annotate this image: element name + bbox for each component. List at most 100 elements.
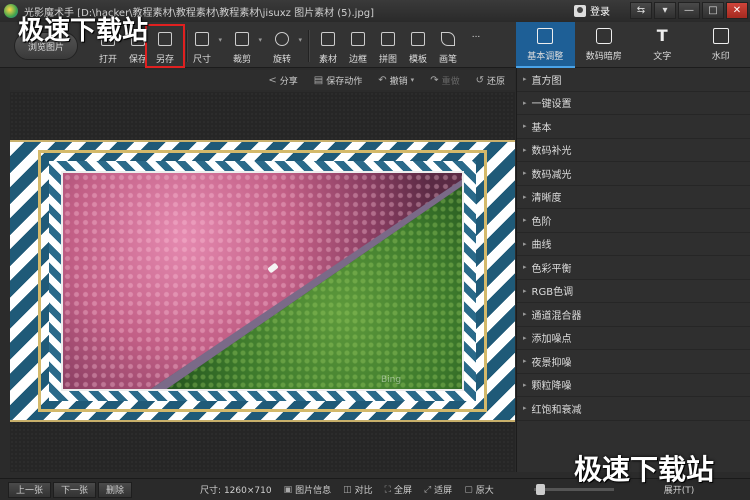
login-label: 登录 xyxy=(590,7,610,18)
zoom-slider[interactable] xyxy=(533,484,614,495)
panel-item-reduce-light[interactable]: ▸ 数码减光 xyxy=(517,162,750,186)
close-button[interactable]: ✕ xyxy=(726,2,748,19)
minimize-button[interactable]: — xyxy=(678,2,700,19)
switch-skin-button[interactable]: ⇆ xyxy=(630,2,652,19)
inner-pattern: Bing xyxy=(49,161,476,401)
panel-item-red-saturation[interactable]: ▸ 红饱和衰减 xyxy=(517,397,750,421)
app-logo-icon xyxy=(4,4,18,18)
save-action-button[interactable]: ▤ 保存动作 xyxy=(314,74,362,87)
chevron-right-icon: ▸ xyxy=(523,192,527,201)
fit-icon: ⤢ xyxy=(423,484,432,495)
save-as-tool[interactable]: 另存 xyxy=(145,24,185,68)
crop-tool[interactable]: 裁剪 ▾ xyxy=(228,26,262,66)
chevron-right-icon: ▸ xyxy=(523,98,527,107)
panel-item-fill-light[interactable]: ▸ 数码补光 xyxy=(517,139,750,162)
undo-icon: ↶ xyxy=(378,74,387,86)
decorative-border: Bing xyxy=(10,140,515,422)
image-info-button[interactable]: ▣ 图片信息 xyxy=(283,483,332,497)
watermark-icon xyxy=(712,28,729,44)
tab-label: 水印 xyxy=(711,52,730,62)
gold-frame: Bing xyxy=(38,150,487,412)
panel-item-clarity[interactable]: ▸ 清晰度 xyxy=(517,186,750,209)
action-bar: < 分享 ▤ 保存动作 ↶ 撤销 ▾ ↷ 重做 ↺ 还原 xyxy=(10,70,515,90)
save-action-label: 保存动作 xyxy=(326,76,363,87)
image-canvas[interactable]: Bing xyxy=(10,92,515,472)
site-watermark: 极速下载站 xyxy=(574,453,715,486)
panel-item-label: RGB色调 xyxy=(531,287,574,299)
save-as-label: 另存 xyxy=(155,55,174,65)
panel-item-levels[interactable]: ▸ 色阶 xyxy=(517,209,750,233)
crop-label: 裁剪 xyxy=(232,55,251,65)
save-as-icon xyxy=(158,32,172,46)
next-image-button[interactable]: 下一张 xyxy=(53,481,97,498)
compare-button[interactable]: ◫ 对比 xyxy=(343,483,373,497)
tab-watermark[interactable]: 水印 xyxy=(692,22,750,68)
panel-item-channel-mixer[interactable]: ▸ 通道混合器 xyxy=(517,303,750,327)
menu-button[interactable]: ▾ xyxy=(654,2,676,19)
border-tool[interactable]: 边框 xyxy=(344,26,372,66)
panel-item-label: 基本 xyxy=(531,122,552,134)
chevron-right-icon: ▸ xyxy=(523,310,527,319)
panel-item-label: 直方图 xyxy=(531,75,562,87)
fullscreen-button[interactable]: ⛶ 全屏 xyxy=(385,483,412,497)
delete-button[interactable]: 删除 xyxy=(98,481,133,498)
brush-icon xyxy=(441,32,455,46)
original-label: 原大 xyxy=(475,486,494,496)
fit-screen-button[interactable]: ⤢ 适屏 xyxy=(423,483,452,497)
panel-item-label: 曲线 xyxy=(531,240,552,252)
chevron-right-icon: ▸ xyxy=(523,145,527,154)
restore-button[interactable]: ↺ 还原 xyxy=(476,74,505,87)
border-icon xyxy=(351,32,365,46)
share-button[interactable]: < 分享 xyxy=(268,74,297,87)
chevron-right-icon: ▸ xyxy=(523,216,527,225)
panel-item-color-balance[interactable]: ▸ 色彩平衡 xyxy=(517,256,750,280)
redo-label: 重做 xyxy=(441,76,460,87)
panel-item-night-denoise[interactable]: ▸ 夜景抑噪 xyxy=(517,350,750,374)
undo-button[interactable]: ↶ 撤销 ▾ xyxy=(378,74,414,87)
template-label: 模板 xyxy=(408,55,427,65)
prev-image-button[interactable]: 上一张 xyxy=(8,481,52,498)
maximize-button[interactable]: □ xyxy=(702,2,724,19)
login-button[interactable]: 登录 xyxy=(574,3,610,18)
right-panel-tabs: 基本调整 数码暗房 T 文字 水印 xyxy=(516,22,750,68)
panel-item-rgb-tone[interactable]: ▸ RGB色调 xyxy=(517,280,750,303)
collage-icon xyxy=(381,32,395,46)
chevron-right-icon: ▸ xyxy=(523,169,527,178)
tab-label: 文字 xyxy=(653,52,672,62)
save-action-icon: ▤ xyxy=(313,74,324,86)
share-icon: < xyxy=(268,74,277,86)
original-size-button[interactable]: ▢ 原大 xyxy=(464,483,494,497)
text-icon: T xyxy=(656,26,668,45)
adjust-panel: ▸ 直方图 ▸ 一键设置 ▸ 基本 ▸ 数码补光 ▸ 数码减光 ▸ 清晰度 ▸ 色阶 ▸ 曲线 … xyxy=(516,68,750,472)
redo-button[interactable]: ↷ 重做 xyxy=(430,74,459,87)
resize-icon xyxy=(195,32,209,46)
collage-tool[interactable]: 拼图 xyxy=(374,26,402,66)
more-tool[interactable]: ... xyxy=(462,26,490,66)
panel-item-curves[interactable]: ▸ 曲线 xyxy=(517,233,750,256)
panel-item-grain-denoise[interactable]: ▸ 颗粒降噪 xyxy=(517,374,750,397)
panel-item-histogram[interactable]: ▸ 直方图 xyxy=(517,68,750,92)
chevron-right-icon: ▸ xyxy=(523,122,527,131)
panel-item-basic[interactable]: ▸ 基本 xyxy=(517,115,750,139)
tab-digital-darkroom[interactable]: 数码暗房 xyxy=(575,22,634,68)
tab-text[interactable]: T 文字 xyxy=(633,22,692,68)
adjust-icon xyxy=(537,28,554,44)
info-icon: ▣ xyxy=(283,484,293,495)
photo: Bing xyxy=(61,171,464,391)
tab-basic-adjust[interactable]: 基本调整 xyxy=(516,22,575,68)
resize-tool[interactable]: 尺寸 ▾ xyxy=(188,26,222,66)
chevron-right-icon: ▸ xyxy=(523,75,527,84)
panel-item-label: 数码补光 xyxy=(531,146,572,158)
panel-item-label: 数码减光 xyxy=(531,169,572,181)
material-label: 素材 xyxy=(318,55,337,65)
chevron-down-icon: ▾ xyxy=(218,36,222,44)
rotate-tool[interactable]: 旋转 ▾ xyxy=(268,26,302,66)
panel-item-one-click[interactable]: ▸ 一键设置 xyxy=(517,92,750,115)
zoom-slider-knob[interactable] xyxy=(535,484,545,495)
material-tool[interactable]: 素材 xyxy=(314,26,342,66)
image-size: 尺寸: 1260×710 xyxy=(200,486,272,496)
crop-icon xyxy=(235,32,249,46)
brush-tool[interactable]: 画笔 xyxy=(434,26,462,66)
panel-item-add-noise[interactable]: ▸ 添加噪点 xyxy=(517,327,750,350)
template-tool[interactable]: 模板 xyxy=(404,26,432,66)
